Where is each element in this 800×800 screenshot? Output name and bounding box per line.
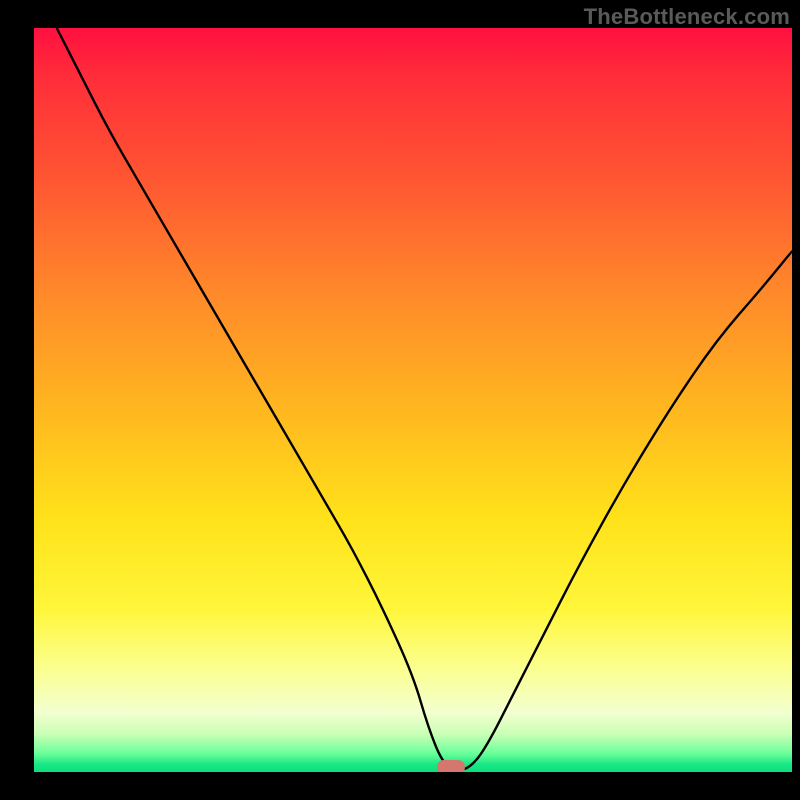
bottleneck-curve	[34, 28, 792, 772]
curve-path	[57, 28, 792, 770]
chart-frame: TheBottleneck.com	[0, 0, 800, 800]
plot-area	[34, 28, 792, 772]
minimum-marker	[437, 760, 465, 772]
watermark-text: TheBottleneck.com	[584, 4, 790, 30]
